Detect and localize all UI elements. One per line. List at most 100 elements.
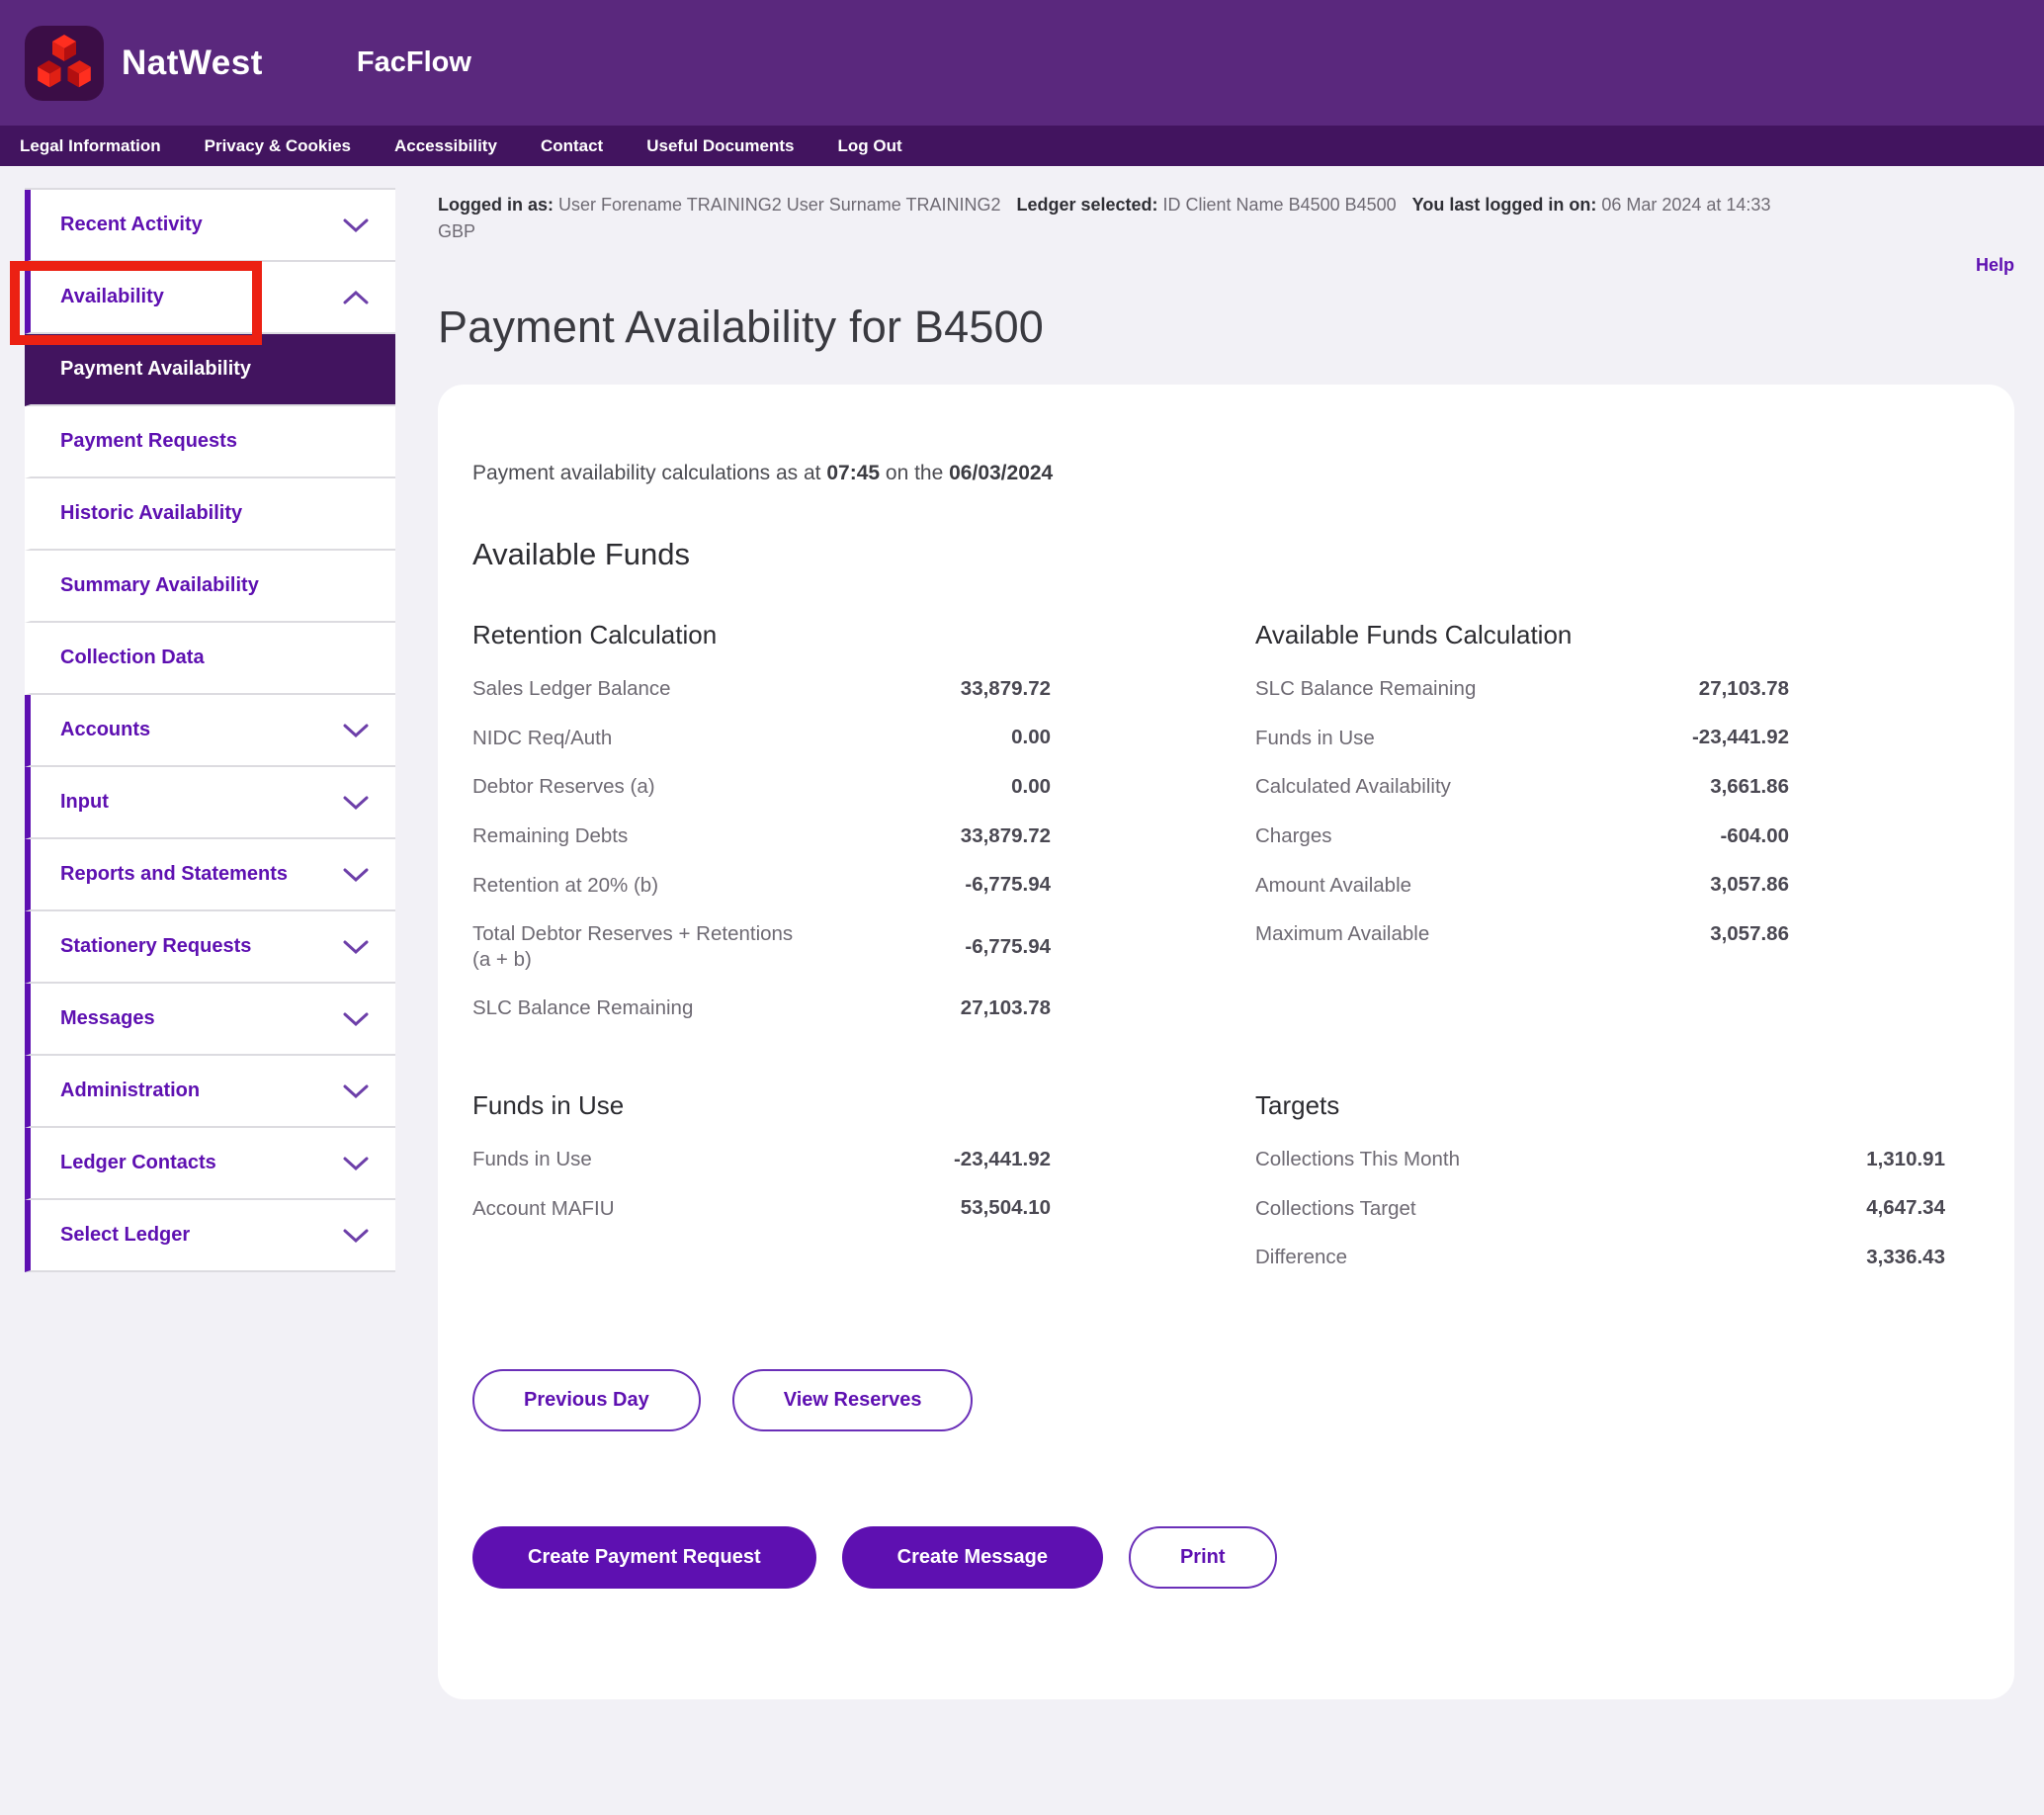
sidebar-item-availability[interactable]: Availability — [25, 262, 395, 334]
section-rows: SLC Balance Remaining 27,103.78 Funds in… — [1255, 664, 1789, 959]
row-value: -6,775.94 — [965, 935, 1051, 959]
sidebar-item-collection-data[interactable]: Collection Data — [25, 623, 395, 695]
sidebar-item-label: Historic Availability — [60, 502, 242, 525]
main-content: Logged in as: User Forename TRAINING2 Us… — [438, 166, 2014, 1699]
logged-in-value: User Forename TRAINING2 User Surname TRA… — [554, 195, 1000, 215]
row-value: 27,103.78 — [1699, 677, 1789, 701]
sidebar-item-select-ledger[interactable]: Select Ledger — [25, 1200, 395, 1272]
row-value: 53,504.10 — [961, 1196, 1051, 1220]
row-value: 33,879.72 — [961, 677, 1051, 701]
previous-day-button[interactable]: Previous Day — [472, 1369, 701, 1431]
row-label: Debtor Reserves (a) — [472, 774, 655, 800]
availability-card: Payment availability calculations as at … — [438, 385, 2014, 1699]
table-row: Sales Ledger Balance 33,879.72 — [472, 664, 1051, 714]
row-value: 3,057.86 — [1710, 873, 1789, 897]
sidebar-item-label: Payment Requests — [60, 430, 237, 453]
row-label: SLC Balance Remaining — [472, 995, 693, 1021]
section-rows: Collections This Month 1,310.91 Collecti… — [1255, 1135, 1945, 1282]
sidebar-item-reports-and-statements[interactable]: Reports and Statements — [25, 839, 395, 911]
sidebar-item-payment-availability[interactable]: Payment Availability — [25, 334, 395, 406]
row-label: Charges — [1255, 823, 1332, 849]
sidebar-item-label: Accounts — [60, 719, 150, 741]
chevron-down-icon — [342, 217, 370, 233]
table-row: SLC Balance Remaining 27,103.78 — [1255, 664, 1789, 714]
nav-privacy-cookies[interactable]: Privacy & Cookies — [205, 136, 351, 156]
sidebar-item-historic-availability[interactable]: Historic Availability — [25, 478, 395, 551]
table-row: Charges -604.00 — [1255, 812, 1789, 861]
currency-label: GBP — [438, 218, 2014, 245]
ledger-selected-label: Ledger selected: — [1016, 195, 1157, 215]
row-label: Retention at 20% (b) — [472, 873, 658, 899]
chevron-up-icon — [342, 290, 370, 305]
sidebar-item-administration[interactable]: Administration — [25, 1056, 395, 1128]
product-name: FacFlow — [357, 46, 471, 79]
row-label: Funds in Use — [1255, 726, 1375, 751]
sidebar-item-label: Ledger Contacts — [60, 1152, 216, 1174]
row-value: -604.00 — [1720, 824, 1789, 848]
section-title: Available Funds Calculation — [1255, 620, 1980, 650]
chevron-down-icon — [342, 1156, 370, 1171]
table-row: Total Debtor Reserves + Retentions (a + … — [472, 909, 1051, 984]
sidebar-item-accounts[interactable]: Accounts — [25, 695, 395, 767]
sidebar-item-messages[interactable]: Messages — [25, 984, 395, 1056]
chevron-down-icon — [342, 939, 370, 955]
sidebar-item-label: Stationery Requests — [60, 935, 251, 958]
row-label: Calculated Availability — [1255, 774, 1451, 800]
print-button[interactable]: Print — [1129, 1526, 1277, 1589]
sidebar-item-label: Administration — [60, 1080, 200, 1102]
row-label: SLC Balance Remaining — [1255, 676, 1476, 702]
section-title: Targets — [1255, 1090, 1980, 1121]
section-rows: Sales Ledger Balance 33,879.72 NIDC Req/… — [472, 664, 1051, 1033]
nav-legal-information[interactable]: Legal Information — [20, 136, 161, 156]
page-layout: Recent Activity Availability Payment Ava… — [0, 166, 2044, 1699]
sidebar-item-label: Messages — [60, 1007, 155, 1030]
primary-actions: Create Payment Request Create Message Pr… — [472, 1526, 1980, 1589]
sidebar-item-summary-availability[interactable]: Summary Availability — [25, 551, 395, 623]
create-payment-request-button[interactable]: Create Payment Request — [472, 1526, 816, 1589]
calc-mid: on the — [880, 462, 949, 484]
row-label: Difference — [1255, 1245, 1347, 1270]
sidebar-item-label: Payment Availability — [60, 358, 251, 381]
retention-calculation-section: Retention Calculation Sales Ledger Balan… — [472, 620, 1051, 1033]
nav-contact[interactable]: Contact — [541, 136, 603, 156]
last-login-label: You last logged in on: — [1412, 195, 1597, 215]
nav-log-out[interactable]: Log Out — [837, 136, 901, 156]
secondary-actions: Previous Day View Reserves — [472, 1369, 1980, 1431]
natwest-logo — [25, 26, 104, 101]
sidebar-item-ledger-contacts[interactable]: Ledger Contacts — [25, 1128, 395, 1200]
row-label: Amount Available — [1255, 873, 1411, 899]
sidebar-item-input[interactable]: Input — [25, 767, 395, 839]
row-value: 3,661.86 — [1710, 775, 1789, 799]
sidebar-item-recent-activity[interactable]: Recent Activity — [25, 190, 395, 262]
sidebar-item-label: Reports and Statements — [60, 863, 288, 886]
sidebar-item-label: Select Ledger — [60, 1224, 190, 1247]
brand-name: NatWest — [122, 43, 263, 83]
row-label: NIDC Req/Auth — [472, 726, 612, 751]
sidebar-item-stationery-requests[interactable]: Stationery Requests — [25, 911, 395, 984]
app-header: NatWest FacFlow — [0, 0, 2044, 126]
calc-time: 07:45 — [826, 462, 880, 484]
chevron-down-icon — [342, 867, 370, 883]
funds-in-use-section: Funds in Use Funds in Use -23,441.92 Acc… — [472, 1090, 1051, 1233]
nav-accessibility[interactable]: Accessibility — [394, 136, 497, 156]
create-message-button[interactable]: Create Message — [842, 1526, 1103, 1589]
table-row: Collections This Month 1,310.91 — [1255, 1135, 1945, 1184]
table-row: Debtor Reserves (a) 0.00 — [472, 762, 1051, 812]
sidebar-item-payment-requests[interactable]: Payment Requests — [25, 406, 395, 478]
calc-prefix: Payment availability calculations as at — [472, 462, 826, 484]
nav-useful-documents[interactable]: Useful Documents — [646, 136, 794, 156]
table-row: Difference 3,336.43 — [1255, 1233, 1945, 1282]
last-login-value: 06 Mar 2024 at 14:33 — [1596, 195, 1770, 215]
view-reserves-button[interactable]: View Reserves — [732, 1369, 974, 1431]
help-link[interactable]: Help — [1976, 255, 2014, 275]
chevron-down-icon — [342, 795, 370, 811]
sidebar-item-label: Input — [60, 791, 109, 814]
row-value: 27,103.78 — [961, 996, 1051, 1020]
row-value: 0.00 — [1011, 775, 1051, 799]
row-label: Collections Target — [1255, 1196, 1416, 1222]
help-row: Help — [438, 255, 2014, 276]
row-value: -6,775.94 — [965, 873, 1051, 897]
row-label: Account MAFIU — [472, 1196, 615, 1222]
sidebar: Recent Activity Availability Payment Ava… — [25, 188, 395, 1272]
page-title: Payment Availability for B4500 — [438, 302, 2014, 353]
